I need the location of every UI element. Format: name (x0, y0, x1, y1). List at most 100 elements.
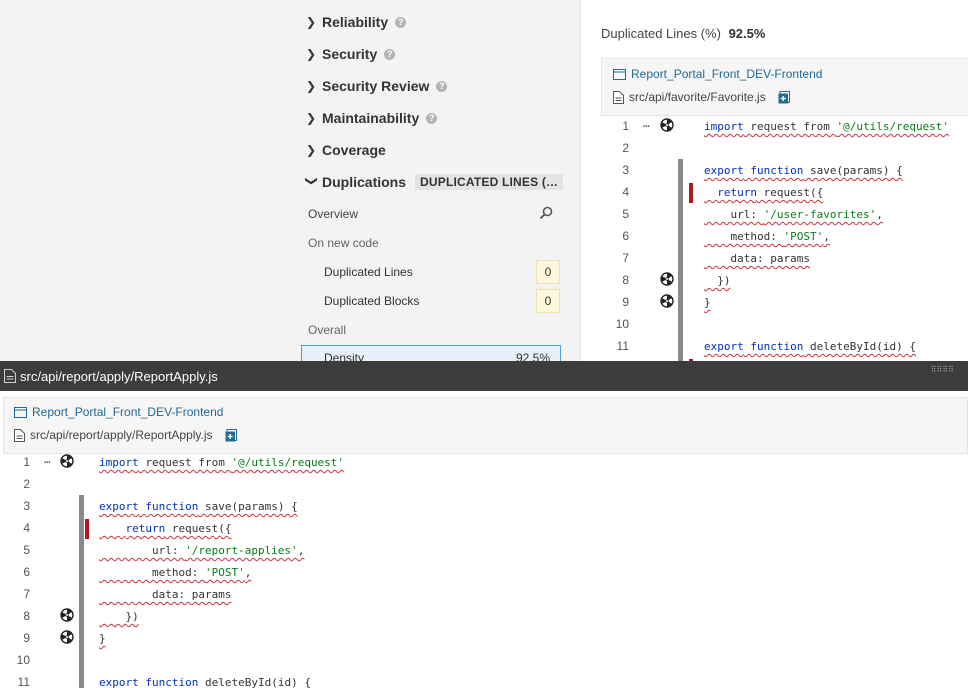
duplication-marker[interactable] (678, 159, 683, 181)
duplication-marker[interactable] (678, 247, 683, 269)
source-line[interactable]: 2 (601, 137, 968, 159)
line-number[interactable]: 3 (0, 499, 30, 513)
help-icon[interactable]: ? (436, 80, 448, 92)
source-line[interactable]: 1 … import request from '@/utils/request' (601, 115, 968, 137)
duplication-marker[interactable] (678, 181, 683, 203)
line-number[interactable]: 10 (0, 653, 30, 667)
source-line[interactable]: 8 }) (601, 269, 968, 291)
line-number[interactable]: 1 (601, 119, 629, 133)
metric-duplicated-blocks[interactable]: Duplicated Blocks (324, 294, 419, 308)
overview-link[interactable]: Overview (308, 207, 358, 221)
duplication-marker[interactable] (678, 313, 683, 335)
duplication-marker[interactable] (678, 203, 683, 225)
line-number[interactable]: 11 (601, 339, 629, 353)
code-text: data: params (704, 252, 809, 265)
line-number[interactable]: 7 (0, 587, 30, 601)
duplication-marker[interactable] (79, 495, 84, 517)
domain-coverage[interactable]: ❯ Coverage (306, 139, 386, 161)
line-number[interactable]: 4 (601, 185, 629, 199)
duplication-marker[interactable] (678, 291, 683, 313)
source-line[interactable]: 7 data: params (601, 247, 968, 269)
source-line[interactable]: 3 export function save(params) { (0, 495, 968, 517)
line-number[interactable]: 9 (0, 631, 30, 645)
source-line[interactable]: 9} (601, 291, 968, 313)
uncovered-marker[interactable] (689, 183, 693, 203)
help-icon[interactable]: ? (384, 48, 396, 60)
source-line[interactable]: 4 return request({ (601, 181, 968, 203)
help-icon[interactable]: ? (426, 112, 438, 124)
source-line[interactable]: 5 url: '/report-applies', (0, 539, 968, 561)
metric-duplicated-lines[interactable]: Duplicated Lines (324, 265, 413, 279)
metric-density-selected[interactable]: Density 92.5% (301, 345, 561, 361)
source-line[interactable]: 9} (0, 627, 968, 649)
line-options-icon[interactable]: … (643, 117, 650, 130)
line-number[interactable]: 2 (601, 141, 629, 155)
domain-duplications[interactable]: ❯ Duplications DUPLICATED LINES (… (305, 171, 564, 193)
line-number[interactable]: 6 (601, 229, 629, 243)
duplication-marker[interactable] (79, 561, 84, 583)
domain-reliability[interactable]: ❯ Reliability ? (306, 11, 407, 33)
issue-icon[interactable] (60, 630, 74, 644)
domain-security-review[interactable]: ❯ Security Review ? (306, 75, 448, 97)
line-number[interactable]: 9 (601, 295, 629, 309)
line-number[interactable]: 2 (0, 477, 30, 491)
issue-icon[interactable] (60, 454, 74, 468)
code-token: function (145, 500, 199, 513)
project-link[interactable]: Report_Portal_Front_DEV-Frontend (613, 67, 822, 81)
source-line[interactable]: 6 method: 'POST', (0, 561, 968, 583)
issue-icon[interactable] (660, 118, 674, 132)
source-line[interactable]: 6 method: 'POST', (601, 225, 968, 247)
line-number[interactable]: 1 (0, 455, 30, 469)
copy-path-icon[interactable] (778, 90, 790, 104)
magnifier-icon[interactable] (539, 206, 553, 220)
line-number[interactable]: 7 (601, 251, 629, 265)
line-number[interactable]: 3 (601, 163, 629, 177)
source-line[interactable]: 11 export function deleteById(id) { (601, 335, 968, 357)
source-line[interactable]: 7 data: params (0, 583, 968, 605)
project-name[interactable]: Report_Portal_Front_DEV-Frontend (32, 405, 223, 419)
duplication-marker[interactable] (678, 269, 683, 291)
issue-icon[interactable] (660, 272, 674, 286)
source-line[interactable]: 1 … import request from '@/utils/request' (0, 451, 968, 473)
source-line[interactable]: 8 }) (0, 605, 968, 627)
line-number[interactable]: 5 (0, 543, 30, 557)
duplication-marker[interactable] (79, 627, 84, 649)
line-number[interactable]: 5 (601, 207, 629, 221)
help-icon[interactable]: ? (395, 16, 407, 28)
line-number[interactable]: 8 (601, 273, 629, 287)
code-token: export (704, 340, 744, 353)
source-line[interactable]: 2 (0, 473, 968, 495)
project-name[interactable]: Report_Portal_Front_DEV-Frontend (631, 67, 822, 81)
resize-grip-icon[interactable]: ⠿⠿⠿⠿ (931, 365, 954, 374)
duplication-marker[interactable] (79, 605, 84, 627)
line-options-icon[interactable]: … (44, 453, 51, 466)
domain-security[interactable]: ❯ Security ? (306, 43, 396, 65)
duplication-marker[interactable] (678, 225, 683, 247)
window-titlebar[interactable]: src/api/report/apply/ReportApply.js ⠿⠿⠿⠿ (0, 361, 968, 391)
duplication-marker[interactable] (79, 539, 84, 561)
line-number[interactable]: 6 (0, 565, 30, 579)
line-number[interactable]: 4 (0, 521, 30, 535)
code-text: return request({ (99, 522, 232, 535)
source-line[interactable]: 11 export function deleteById(id) { (0, 671, 968, 688)
issue-icon[interactable] (660, 294, 674, 308)
duplication-marker[interactable] (79, 583, 84, 605)
line-number[interactable]: 10 (601, 317, 629, 331)
duplication-marker[interactable] (678, 335, 683, 357)
duplication-marker[interactable] (79, 517, 84, 539)
line-number[interactable]: 8 (0, 609, 30, 623)
source-line[interactable]: 4 return request({ (0, 517, 968, 539)
source-line[interactable]: 5 url: '/user-favorites', (601, 203, 968, 225)
source-line[interactable]: 10 (0, 649, 968, 671)
duplication-marker[interactable] (79, 649, 84, 671)
source-line[interactable]: 10 (601, 313, 968, 335)
duplication-marker[interactable] (79, 671, 84, 688)
domain-maintainability[interactable]: ❯ Maintainability ? (306, 107, 438, 129)
source-line[interactable]: 3 export function save(params) { (601, 159, 968, 181)
uncovered-marker[interactable] (85, 519, 89, 539)
issue-icon[interactable] (60, 608, 74, 622)
metric-label: Density (324, 351, 365, 361)
project-link[interactable]: Report_Portal_Front_DEV-Frontend (14, 405, 223, 419)
copy-path-icon[interactable] (225, 428, 237, 442)
line-number[interactable]: 11 (0, 675, 30, 688)
